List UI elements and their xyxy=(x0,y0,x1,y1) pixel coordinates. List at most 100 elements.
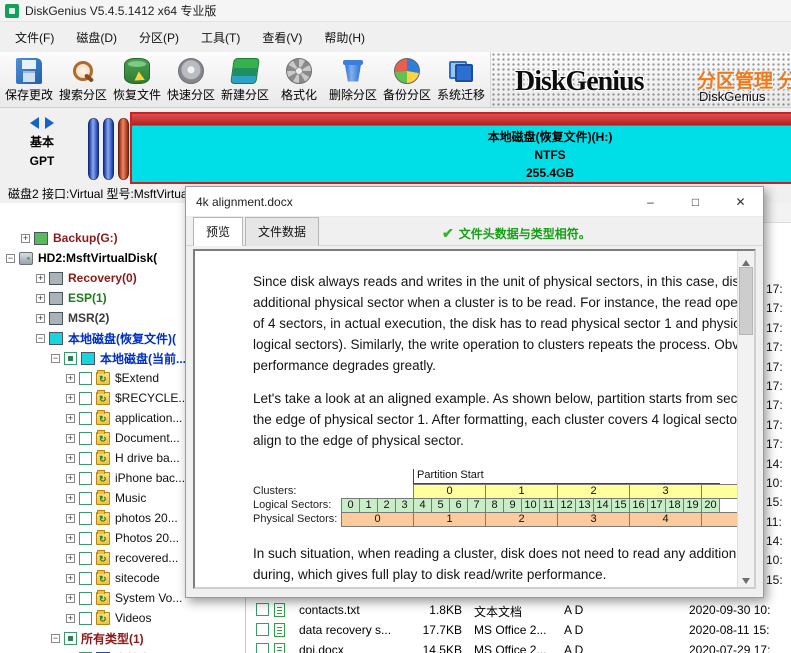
file-row[interactable]: dpi.docx 14.5KB MS Office 2... A D 2020-07-2… xyxy=(247,640,791,653)
part-icon xyxy=(49,311,63,325)
expand-toggle-icon[interactable]: + xyxy=(36,313,45,323)
selected-partition-bar[interactable]: 本地磁盘(恢复文件)(H:) NTFS 255.4GB xyxy=(130,112,791,184)
file-checkbox[interactable] xyxy=(256,643,269,653)
dialog-title-bar[interactable]: 4k alignment.docx – □ ✕ xyxy=(186,187,763,217)
expand-toggle-icon[interactable]: + xyxy=(66,473,75,483)
file-checkbox[interactable] xyxy=(256,603,269,616)
maximize-button[interactable]: □ xyxy=(673,187,718,216)
expand-toggle-icon[interactable]: + xyxy=(66,613,75,623)
expand-toggle-icon[interactable]: + xyxy=(66,393,75,403)
expand-toggle-icon[interactable]: + xyxy=(66,573,75,583)
table-cell: 16 xyxy=(629,498,648,513)
toolbar-button-migrate[interactable]: 系统迁移 xyxy=(434,54,488,106)
file-row[interactable]: contacts.txt 1.8KB 文本文档 A D 2020-09-30 10: xyxy=(247,600,791,620)
tree-item-label: sitecode xyxy=(115,571,160,585)
tree-checkbox[interactable] xyxy=(79,371,92,385)
prev-disk-arrow-icon[interactable] xyxy=(30,116,39,129)
tree-checkbox[interactable] xyxy=(79,611,92,625)
scroll-up-arrow-icon[interactable] xyxy=(738,251,754,266)
file-modified-date: 2020-08-11 15: xyxy=(689,623,770,637)
tree-checkbox[interactable] xyxy=(79,491,92,505)
brand-area: DiskGenius 分区管理 分 DiskGenius xyxy=(490,52,791,107)
file-row[interactable]: data recovery s... 17.7KB MS Office 2... A … xyxy=(247,620,791,640)
toolbar-button-quick[interactable]: 快速分区 xyxy=(164,54,218,106)
toolbar-button-delete[interactable]: 删除分区 xyxy=(326,54,380,106)
table-cell: 14 xyxy=(593,498,612,513)
tree-checkbox[interactable] xyxy=(79,511,92,525)
close-button[interactable]: ✕ xyxy=(718,187,763,216)
tree-checkbox[interactable] xyxy=(79,431,92,445)
preview-pane: Since disk always reads and writes in th… xyxy=(193,249,756,589)
menu-partition[interactable]: 分区(P) xyxy=(128,24,190,51)
expand-toggle-icon[interactable]: + xyxy=(36,273,45,283)
part-icon xyxy=(49,331,63,345)
partition-block[interactable]: 本地磁盘(恢复文件)(H:) NTFS 255.4GB xyxy=(132,125,791,182)
expand-toggle-icon[interactable]: + xyxy=(66,553,75,563)
tree-checkbox[interactable] xyxy=(79,451,92,465)
tab-preview[interactable]: 预览 xyxy=(193,217,244,246)
file-row-time-fragment: 17: xyxy=(766,301,783,316)
menu-help[interactable]: 帮助(H) xyxy=(313,24,376,51)
next-disk-arrow-icon[interactable] xyxy=(45,116,54,129)
disk-cylinder-icon[interactable] xyxy=(88,118,99,180)
expand-toggle-icon[interactable]: + xyxy=(66,513,75,523)
file-modified-date: 2020-07-29 17: xyxy=(689,643,771,653)
toolbar-button-new[interactable]: 新建分区 xyxy=(218,54,272,106)
toolbar-button-format[interactable]: 格式化 xyxy=(272,54,326,106)
menu-file[interactable]: 文件(F) xyxy=(4,24,65,51)
table-cell: 4 xyxy=(413,498,432,513)
collapse-toggle-icon[interactable]: − xyxy=(51,633,60,643)
menu-tools[interactable]: 工具(T) xyxy=(190,24,251,51)
collapse-toggle-icon[interactable]: − xyxy=(6,253,15,263)
table-cell: 2 xyxy=(377,498,396,513)
scroll-down-arrow-icon[interactable] xyxy=(738,572,754,587)
expand-toggle-icon[interactable]: + xyxy=(66,493,75,503)
tree-checkbox[interactable] xyxy=(64,631,77,645)
menu-disk[interactable]: 磁盘(D) xyxy=(65,24,128,51)
expand-toggle-icon[interactable]: + xyxy=(66,373,75,383)
toolbar-button-search[interactable]: 搜索分区 xyxy=(56,54,110,106)
menu-bar: 文件(F) 磁盘(D) 分区(P) 工具(T) 查看(V) 帮助(H) xyxy=(0,22,791,52)
minimize-button[interactable]: – xyxy=(628,187,673,216)
tree-checkbox[interactable] xyxy=(64,351,77,365)
expand-toggle-icon[interactable]: + xyxy=(36,293,45,303)
folder-icon xyxy=(96,429,110,445)
toolbar-button-label: 备份分区 xyxy=(382,87,431,102)
toolbar-button-recover[interactable]: 恢复文件 xyxy=(110,54,164,106)
brand-logo: DiskGenius xyxy=(515,66,644,97)
disk-cylinder-icon[interactable] xyxy=(103,118,114,180)
expand-toggle-icon[interactable]: + xyxy=(21,233,30,243)
tree-item-doc-category[interactable]: +文档类 xyxy=(0,648,245,653)
expand-toggle-icon[interactable]: + xyxy=(66,453,75,463)
tree-item-folder-videos[interactable]: + Videos xyxy=(0,608,245,628)
tree-checkbox[interactable] xyxy=(79,391,92,405)
table-row-label: Logical Sectors: xyxy=(253,499,332,511)
tree-checkbox[interactable] xyxy=(79,471,92,485)
tree-checkbox[interactable] xyxy=(79,411,92,425)
tree-checkbox[interactable] xyxy=(79,591,92,605)
expand-toggle-icon[interactable]: + xyxy=(66,533,75,543)
tree-checkbox[interactable] xyxy=(79,571,92,585)
expand-toggle-icon[interactable]: + xyxy=(66,413,75,423)
toolbar-button-save[interactable]: 保存更改 xyxy=(2,54,56,106)
collapse-toggle-icon[interactable]: − xyxy=(36,333,45,343)
expand-toggle-icon[interactable]: + xyxy=(66,593,75,603)
tab-file-data[interactable]: 文件数据 xyxy=(245,217,320,246)
file-row-time-fragment: 14: xyxy=(766,456,783,471)
tree-item-all-types[interactable]: − 所有类型(1) xyxy=(0,628,245,648)
preview-scrollbar[interactable] xyxy=(737,251,754,587)
tree-checkbox[interactable] xyxy=(79,551,92,565)
collapse-toggle-icon[interactable]: − xyxy=(51,353,60,363)
tree-checkbox[interactable] xyxy=(79,531,92,545)
scrollbar-thumb[interactable] xyxy=(739,267,753,335)
toolbar-button-backup[interactable]: 备份分区 xyxy=(380,54,434,106)
file-checkbox[interactable] xyxy=(256,623,269,636)
document-file-icon xyxy=(274,623,285,637)
expand-toggle-icon[interactable]: + xyxy=(66,433,75,443)
table-cell: 1 xyxy=(359,498,378,513)
format-icon xyxy=(286,57,312,84)
file-row-time-fragment: 17: xyxy=(766,437,783,452)
table-cell: 5 xyxy=(431,498,450,513)
menu-view[interactable]: 查看(V) xyxy=(251,24,313,51)
disk-cylinder-icon[interactable] xyxy=(118,118,129,180)
